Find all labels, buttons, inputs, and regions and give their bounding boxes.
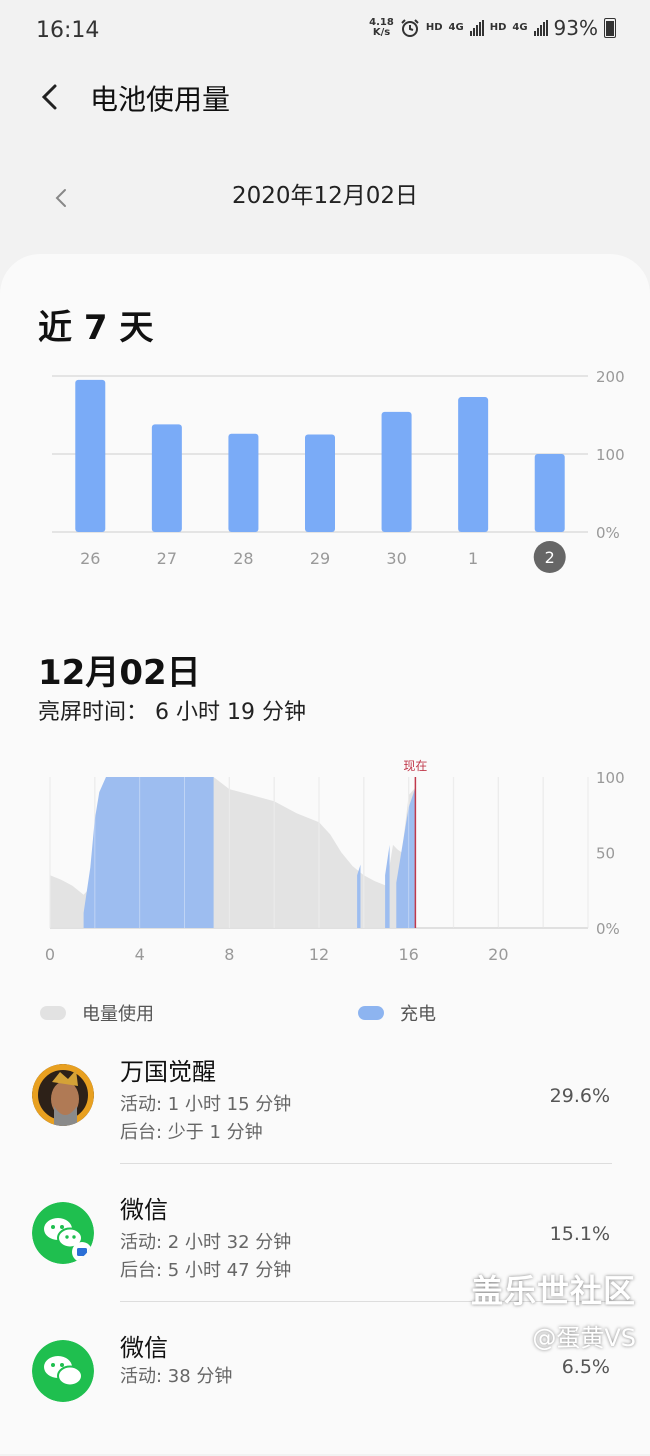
app-percent: 15.1% xyxy=(549,1223,610,1245)
x-tick-label: 16 xyxy=(398,945,418,964)
bar xyxy=(228,433,259,532)
signal-icon xyxy=(469,20,484,36)
app-percent: 6.5% xyxy=(561,1356,610,1378)
y-tick-label: 0% xyxy=(596,524,620,542)
x-tick-label: 12 xyxy=(309,945,329,964)
bar xyxy=(305,434,335,532)
x-tick-label: 2 xyxy=(545,548,555,567)
y-tick-label: 100 xyxy=(596,446,625,464)
wechat-icon xyxy=(32,1340,94,1402)
screen-time: 亮屏时间： 6 小时 19 分钟 xyxy=(38,700,306,725)
status-icons: 4.18 K/s HD 4G HD 4G 93% xyxy=(369,16,616,40)
x-tick-label: 8 xyxy=(224,945,234,964)
legend-usage-label: 电量使用 xyxy=(82,1004,154,1025)
divider xyxy=(120,1163,612,1164)
status-time: 16:14 xyxy=(36,18,100,43)
app-active-time: 活动: 1 小时 15 分钟 xyxy=(120,1094,292,1115)
charging-area xyxy=(357,864,361,928)
weekly-title: 近 7 天 xyxy=(38,308,154,348)
bar xyxy=(75,379,106,532)
wechat-icon xyxy=(32,1202,94,1264)
y-tick-label: 200 xyxy=(596,368,625,386)
status-bar: 16:14 4.18 K/s HD 4G HD 4G 93% xyxy=(0,0,650,62)
date-navigator: 2020年12月02日 xyxy=(0,160,650,220)
y-tick-label: 100 xyxy=(596,769,625,787)
x-tick-label: 1 xyxy=(468,549,478,568)
x-tick-label: 0 xyxy=(45,945,55,964)
x-tick-label: 4 xyxy=(135,945,145,964)
legend-usage: 电量使用 xyxy=(40,1000,154,1026)
now-label: 现在 xyxy=(403,759,427,773)
app-percent: 29.6% xyxy=(549,1085,610,1107)
legend-charging-label: 充电 xyxy=(400,1004,436,1025)
app-item[interactable]: 万国觉醒 活动: 1 小时 15 分钟 后台: 少于 1 分钟 29.6% xyxy=(0,1050,650,1180)
rise-of-kingdoms-icon xyxy=(32,1064,94,1126)
watermark-line1: 盖乐世社区 xyxy=(470,1272,636,1310)
y-tick-label: 0% xyxy=(596,920,620,938)
charging-area xyxy=(83,777,214,928)
app-background-time: 后台: 5 小时 47 分钟 xyxy=(120,1260,292,1281)
battery-icon xyxy=(604,18,616,38)
network-4g: 4G xyxy=(448,22,464,33)
bar xyxy=(381,411,412,532)
bar xyxy=(458,397,489,532)
x-tick-label: 29 xyxy=(310,549,330,568)
y-tick-label: 50 xyxy=(596,845,615,863)
bar xyxy=(534,454,565,532)
network-speed: 4.18 K/s xyxy=(369,17,394,38)
watermark-line2: @蛋黄VS xyxy=(532,1324,636,1352)
battery-percent: 93% xyxy=(553,16,598,40)
x-tick-label: 28 xyxy=(233,549,253,568)
app-name: 万国觉醒 xyxy=(120,1058,216,1086)
bar xyxy=(151,424,182,532)
app-background-time: 后台: 少于 1 分钟 xyxy=(120,1122,263,1143)
x-tick-label: 30 xyxy=(386,549,406,568)
app-name: 微信 xyxy=(120,1196,168,1224)
x-tick-label: 27 xyxy=(157,549,177,568)
back-arrow-icon[interactable] xyxy=(36,82,66,112)
hd-badge-2: HD xyxy=(489,22,507,33)
legend-usage-swatch xyxy=(40,1006,66,1020)
x-tick-label: 26 xyxy=(80,549,100,568)
alarm-icon xyxy=(401,19,419,37)
app-bar: 电池使用量 xyxy=(0,62,650,132)
legend-charging: 充电 xyxy=(358,1000,436,1026)
page-title: 电池使用量 xyxy=(90,83,231,116)
network-4g-2: 4G xyxy=(512,22,528,33)
charging-area xyxy=(385,844,390,928)
app-active-time: 活动: 2 小时 32 分钟 xyxy=(120,1232,292,1253)
daily-title: 12月02日 xyxy=(38,653,201,693)
watermark: 盖乐世社区 @蛋黄VS xyxy=(471,1266,636,1353)
current-date: 2020年12月02日 xyxy=(231,183,419,209)
app-name: 微信 xyxy=(120,1334,168,1362)
app-active-time: 活动: 38 分钟 xyxy=(120,1366,233,1387)
daily-battery-chart: 现在 100 50 0% 0 4 8 12 16 20 xyxy=(45,759,625,964)
weekly-bar-chart: 200 100 0% 26 27 28 29 30 1 2 xyxy=(52,368,625,573)
x-tick-label: 20 xyxy=(488,945,508,964)
legend-charging-swatch xyxy=(358,1006,384,1020)
hd-badge: HD xyxy=(425,22,443,33)
signal-icon-2 xyxy=(533,20,548,36)
